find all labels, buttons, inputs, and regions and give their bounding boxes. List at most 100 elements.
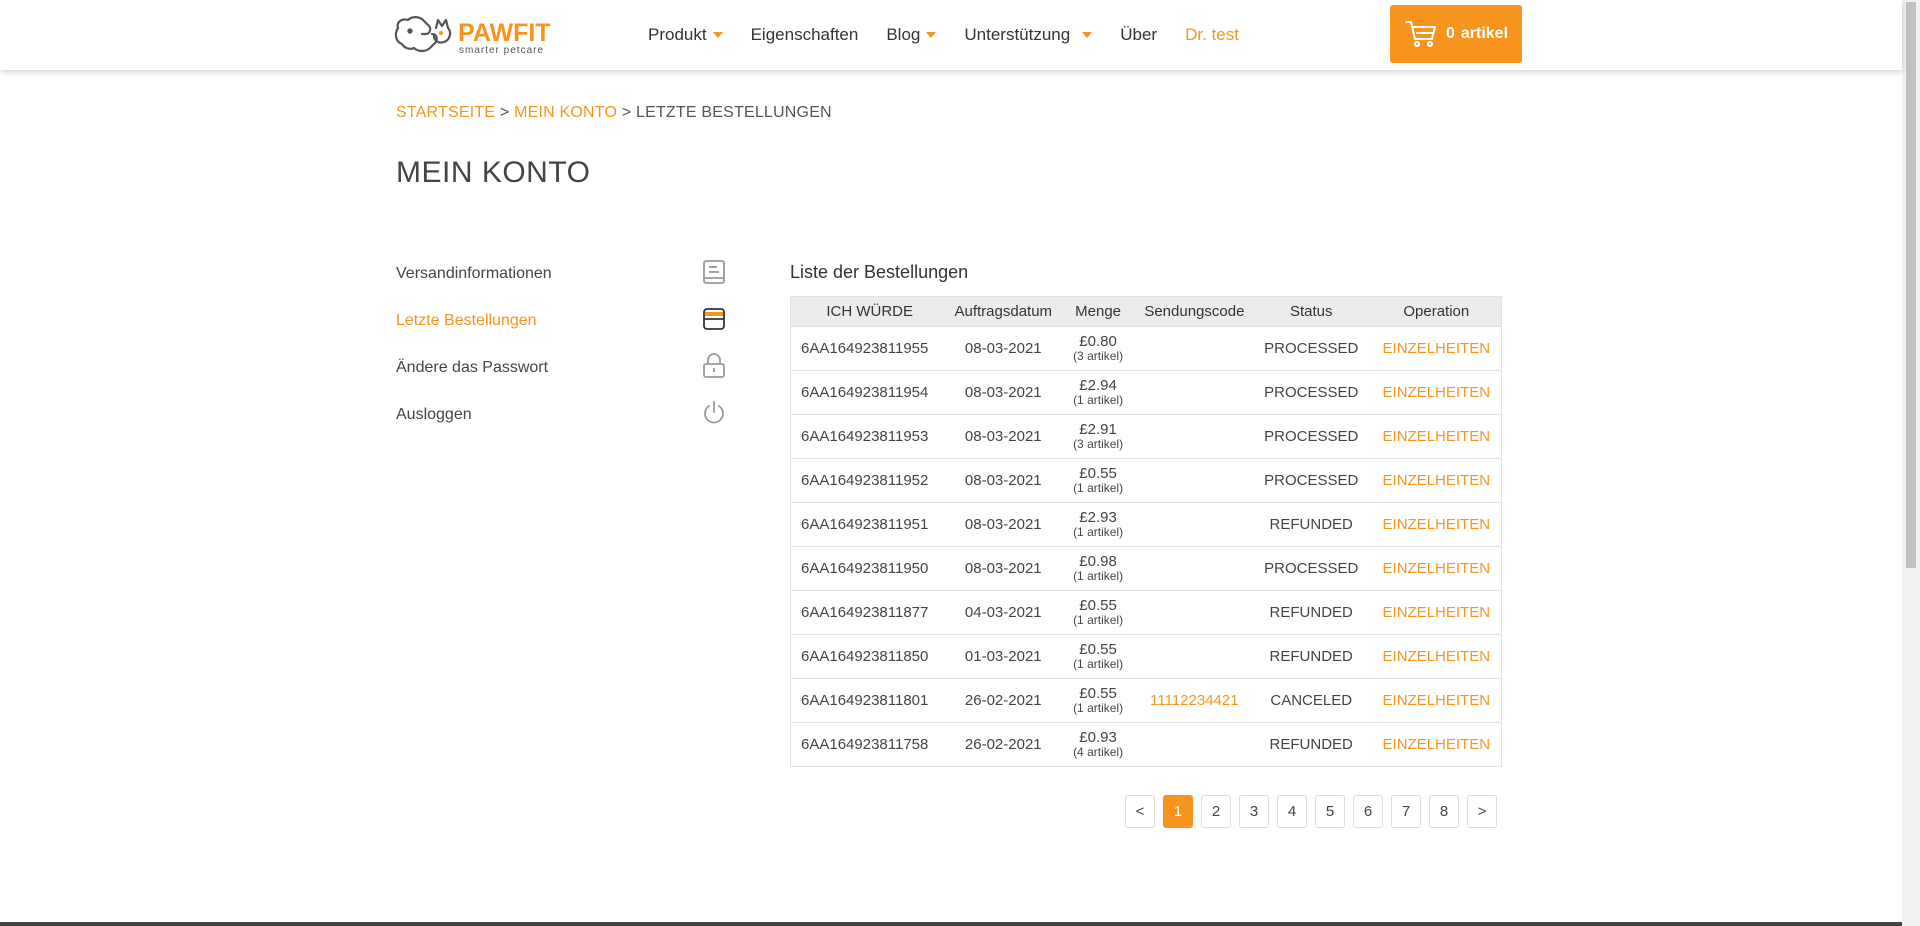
table-row: 6AA164923811950 08-03-2021 £0.98 (1 artik… [790,546,1502,591]
nav-label: Unterstützung [964,25,1071,44]
prev-page-button[interactable]: < [1125,795,1155,828]
order-date: 08-03-2021 [948,326,1059,371]
tracking-code [1137,414,1251,459]
page-button-6[interactable]: 6 [1353,795,1383,828]
tracking-code-link[interactable]: 11112234421 [1150,692,1238,709]
caret-down-icon [712,32,723,38]
table-row: 6AA164923811954 08-03-2021 £2.94 (1 artik… [790,370,1502,415]
order-item-count: (3 artikel) [1073,349,1124,363]
details-link[interactable]: EINZELHEITEN [1383,692,1491,709]
order-amount: £2.93 [1079,509,1117,526]
details-link[interactable]: EINZELHEITEN [1383,428,1491,445]
nav-ueber[interactable]: Über [1120,25,1157,45]
order-amount: £0.80 [1079,333,1117,350]
order-amount-cell: £0.93 (4 artikel) [1058,722,1138,767]
order-status: REFUNDED [1250,502,1372,547]
order-amount-cell: £2.91 (3 artikel) [1058,414,1138,459]
cart-label: artikel [1460,25,1509,42]
details-link[interactable]: EINZELHEITEN [1383,340,1491,357]
pawfit-logo[interactable]: PAWFIT smarter petcare [392,14,574,56]
cart-button[interactable]: 0 artikel [1390,5,1522,63]
order-amount-cell: £0.55 (1 artikel) [1058,634,1138,679]
order-item-count: (1 artikel) [1073,525,1124,539]
pagination: < 1 2 3 4 5 6 7 8 > [1125,795,1505,828]
lock-icon [700,352,728,380]
order-id: 6AA164923811951 [790,502,949,547]
order-id: 6AA164923811952 [790,458,949,503]
details-link[interactable]: EINZELHEITEN [1383,604,1491,621]
order-date: 08-03-2021 [948,458,1059,503]
sidebar-item-label: Ausloggen [396,405,472,423]
order-amount-cell: £2.94 (1 artikel) [1058,370,1138,415]
scrollbar-thumb[interactable] [1906,2,1916,568]
order-amount: £0.55 [1079,641,1117,658]
details-link[interactable]: EINZELHEITEN [1383,516,1491,533]
cart-count: 0 [1445,25,1455,42]
table-row: 6AA164923811952 08-03-2021 £0.55 (1 artik… [790,458,1502,503]
details-link[interactable]: EINZELHEITEN [1383,472,1491,489]
page-button-2[interactable]: 2 [1201,795,1231,828]
order-date: 08-03-2021 [948,370,1059,415]
order-date: 08-03-2021 [948,546,1059,591]
order-date: 01-03-2021 [948,634,1059,679]
nav-produkt[interactable]: Produkt [648,25,723,45]
order-item-count: (1 artikel) [1073,393,1124,407]
next-page-button[interactable]: > [1467,795,1497,828]
order-amount: £0.55 [1079,465,1117,482]
orders-table: ICH WÜRDE Auftragsdatum Menge Sendungsco… [790,296,1502,767]
sidebar-item-logout[interactable]: Ausloggen [396,391,730,438]
breadcrumb-separator: > [499,104,510,121]
caret-down-icon [926,32,937,38]
sidebar-item-label: Ändere das Passwort [396,358,549,376]
order-id: 6AA164923811950 [790,546,949,591]
page-button-1[interactable]: 1 [1163,795,1193,828]
sidebar-item-recent-orders[interactable]: Letzte Bestellungen [396,297,730,344]
page-button-8[interactable]: 8 [1429,795,1459,828]
order-status: CANCELED [1250,678,1372,723]
nav-eigenschaften[interactable]: Eigenschaften [751,25,859,45]
order-id: 6AA164923811953 [790,414,949,459]
sidebar-item-change-password[interactable]: Ändere das Passwort [396,344,730,391]
nav-user-account[interactable]: Dr. test [1185,25,1239,45]
order-id: 6AA164923811801 [790,678,949,723]
sidebar-item-label: Versandinformationen [396,264,552,282]
tracking-code [1137,502,1251,547]
breadcrumb-home-link[interactable]: STARTSEITE [396,104,495,121]
details-link[interactable]: EINZELHEITEN [1383,736,1491,753]
page-scrollbar[interactable] [1902,0,1920,926]
table-row: 6AA164923811955 08-03-2021 £0.80 (3 artik… [790,326,1502,371]
tracking-code [1137,546,1251,591]
breadcrumb-account-link[interactable]: MEIN KONTO [514,104,617,121]
order-item-count: (1 artikel) [1073,481,1124,495]
column-header: Menge [1058,296,1138,327]
order-status: REFUNDED [1250,590,1372,635]
details-link[interactable]: EINZELHEITEN [1383,648,1491,665]
details-link[interactable]: EINZELHEITEN [1383,560,1491,577]
footer-edge [0,922,1902,926]
breadcrumb-separator: > [621,104,632,121]
sidebar-item-shipping-info[interactable]: Versandinformationen [396,250,730,297]
breadcrumb: STARTSEITE > MEIN KONTO > LETZTE BESTELL… [396,104,832,122]
order-status: PROCESSED [1250,370,1372,415]
nav-label: Blog [886,25,921,44]
tracking-code [1137,370,1251,415]
page-button-3[interactable]: 3 [1239,795,1269,828]
order-status: PROCESSED [1250,546,1372,591]
nav-blog[interactable]: Blog [886,25,937,45]
nav-label: Produkt [648,25,707,44]
page-button-5[interactable]: 5 [1315,795,1345,828]
order-item-count: (1 artikel) [1073,657,1124,671]
table-header-row: ICH WÜRDE Auftragsdatum Menge Sendungsco… [790,296,1502,327]
order-status: REFUNDED [1250,722,1372,767]
order-amount: £2.94 [1079,377,1117,394]
page-button-7[interactable]: 7 [1391,795,1421,828]
page-button-4[interactable]: 4 [1277,795,1307,828]
table-row: 6AA164923811850 01-03-2021 £0.55 (1 artik… [790,634,1502,679]
column-header: ICH WÜRDE [790,296,949,327]
nav-unterstuetzung[interactable]: Unterstützung [964,25,1093,45]
order-item-count: (1 artikel) [1073,701,1124,715]
order-id: 6AA164923811758 [790,722,949,767]
table-row: 6AA164923811801 26-02-2021 £0.55 (1 artik… [790,678,1502,723]
logo-tagline: smarter petcare [459,45,544,56]
details-link[interactable]: EINZELHEITEN [1383,384,1491,401]
